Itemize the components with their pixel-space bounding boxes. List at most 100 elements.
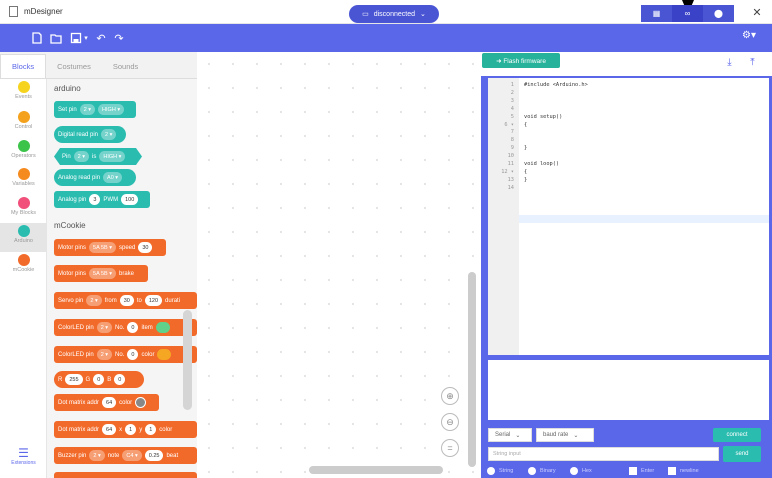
pins-dropdown[interactable]: 5A 5B ▾ (89, 242, 116, 253)
save-icon[interactable] (69, 31, 83, 45)
baud-rate-select[interactable]: baud rate ⌄ (536, 428, 594, 442)
speed-input[interactable]: 30 (138, 242, 153, 253)
block-analog-read[interactable]: Analog read pin A0 ▾ (54, 169, 136, 186)
pins-dropdown[interactable]: 5A 5B ▾ (89, 268, 116, 279)
code-editor[interactable]: 1 #include <Arduino.h> 2 3 4 5 void setup() 6 ▾… (488, 78, 769, 355)
block-motor-speed[interactable]: Motor pins 5A 5B ▾ speed 30 (54, 239, 166, 256)
pin-dropdown[interactable]: 2 ▾ (101, 129, 117, 140)
y-input[interactable]: 1 (145, 424, 157, 435)
line-number: 9 (510, 145, 514, 152)
new-project-icon[interactable] (30, 31, 44, 45)
block-set-pin[interactable]: Set pin 2 ▾ HIGH ▾ (54, 101, 136, 118)
block-text: Motor pins (58, 244, 87, 251)
addr-input[interactable]: 64 (102, 397, 117, 408)
color-slot[interactable] (135, 397, 147, 408)
block-motor-brake[interactable]: Motor pins 5A 5B ▾ brake (54, 265, 148, 282)
level-dropdown[interactable]: HIGH ▾ (98, 104, 125, 115)
block-dot-matrix-xy[interactable]: Dot matrix addr 64 x 1 y 1 color (54, 421, 197, 438)
redo-icon[interactable]: ↷ (112, 31, 126, 45)
settings-icon[interactable]: ⚙▾ (742, 30, 756, 41)
r-input[interactable]: 255 (65, 374, 83, 385)
category-label: Variables (12, 181, 35, 187)
category-events[interactable]: Events (0, 81, 47, 108)
pin-dropdown[interactable]: 2 ▾ (74, 151, 89, 162)
connection-button[interactable]: ▭ disconnected ⌄ (349, 5, 439, 23)
tab-costumes[interactable]: Costumes (46, 54, 102, 78)
category-arduino[interactable]: Arduino (0, 223, 47, 252)
workspace-vertical-scrollbar[interactable] (468, 272, 476, 467)
number-input[interactable]: 0 (127, 322, 139, 333)
line-number: 8 (510, 137, 514, 144)
block-text: color (141, 351, 155, 358)
pin-dropdown[interactable]: 2 ▾ (89, 450, 105, 461)
option-enter[interactable]: Enter (629, 467, 654, 475)
zoom-in-icon[interactable]: ⊕ (441, 387, 459, 405)
pin-dropdown[interactable]: A0 ▾ (103, 172, 123, 183)
stage-mode-icon[interactable]: ⬤ (703, 5, 734, 22)
code-line: } (524, 176, 528, 183)
block-analog-pwm[interactable]: Analog pin 3 PWM 100 (54, 191, 150, 208)
send-button[interactable]: send (723, 446, 761, 462)
from-input[interactable]: 30 (119, 295, 134, 306)
color-slot[interactable] (157, 349, 172, 360)
option-newline[interactable]: newline (668, 467, 699, 475)
connect-button[interactable]: connect (713, 428, 761, 442)
tab-blocks[interactable]: Blocks (0, 54, 47, 78)
tab-sounds[interactable]: Sounds (102, 54, 149, 78)
block-pin-is[interactable]: Pin 2 ▾ is HIGH ▾ (54, 148, 142, 165)
radio-icon (487, 467, 495, 475)
category-mcookie[interactable]: mCookie (0, 254, 47, 281)
undo-icon[interactable]: ↶ (94, 31, 108, 45)
category-my-blocks[interactable]: My Blocks (0, 197, 47, 224)
block-digital-read[interactable]: Digital read pin 2 ▾ (54, 126, 126, 143)
block-dot-matrix-color[interactable]: Dot matrix addr 64 color (54, 394, 159, 411)
zoom-reset-icon[interactable]: = (441, 439, 459, 457)
block-rgb[interactable]: R 255 G 0 B 0 (54, 371, 144, 388)
option-hex[interactable]: Hex (570, 467, 592, 475)
blocks-workspace[interactable]: ⊕ ⊖ = (197, 52, 481, 478)
string-input[interactable]: String input (488, 447, 719, 461)
option-string[interactable]: String (487, 467, 513, 475)
code-line: void setup() (524, 113, 563, 120)
serial-select[interactable]: Serial ⌄ (488, 428, 532, 442)
blocks-mode-icon[interactable]: ▦ (641, 5, 672, 22)
flash-firmware-button[interactable]: ➜ Flash firmware (482, 53, 560, 68)
extensions-button[interactable]: ☰ Extensions (0, 446, 47, 466)
level-dropdown[interactable]: HIGH ▾ (99, 151, 125, 162)
pin-dropdown[interactable]: 2 ▾ (96, 322, 113, 333)
category-operators[interactable]: Operators (0, 140, 47, 167)
palette-scrollbar[interactable] (183, 310, 192, 410)
to-input[interactable]: 120 (144, 295, 163, 306)
workspace-horizontal-scrollbar[interactable] (309, 466, 443, 474)
g-input[interactable]: 0 (93, 374, 105, 385)
block-colorled-color[interactable]: ColorLED pin 2 ▾ No. 0 color (54, 346, 197, 363)
number-input[interactable]: 0 (127, 349, 139, 360)
pin-dropdown[interactable]: 2 ▾ (96, 349, 113, 360)
option-binary[interactable]: Binary (528, 467, 556, 475)
beat-input[interactable]: 0.25 (144, 450, 164, 461)
block-colorled-item[interactable]: ColorLED pin 2 ▾ No. 0 item (54, 319, 197, 336)
save-dropdown-icon[interactable]: ▾ (83, 31, 89, 45)
block-servo[interactable]: Servo pin 2 ▾ from 30 to 120 durati (54, 292, 197, 309)
x-input[interactable]: 1 (125, 424, 137, 435)
open-folder-icon[interactable] (49, 31, 63, 45)
category-control[interactable]: Control (0, 111, 47, 138)
pin-dropdown[interactable]: 2 ▾ (86, 295, 102, 306)
b-input[interactable]: 0 (114, 374, 126, 385)
addr-input[interactable]: 64 (102, 424, 117, 435)
block-buzzer[interactable]: Buzzer pin 2 ▾ note C4 ▾ 0.25 beat (54, 447, 197, 464)
item-slot[interactable] (155, 322, 170, 333)
category-dot (17, 168, 30, 180)
note-dropdown[interactable]: C4 ▾ (122, 450, 142, 461)
arduino-mode-icon[interactable]: ∞ (672, 5, 703, 22)
zoom-out-icon[interactable]: ⊖ (441, 413, 459, 431)
category-variables[interactable]: Variables (0, 168, 47, 195)
download-icon[interactable]: ⤓ (722, 55, 737, 69)
block-partial[interactable] (54, 472, 197, 478)
pwm-input[interactable]: 100 (121, 194, 139, 205)
pin-dropdown[interactable]: 2 ▾ (79, 104, 96, 115)
upload-icon[interactable]: ⤒ (745, 55, 760, 69)
pin-input[interactable]: 3 (89, 194, 101, 205)
close-button[interactable]: ✕ (742, 0, 772, 24)
window-title: mDesigner (24, 7, 63, 16)
